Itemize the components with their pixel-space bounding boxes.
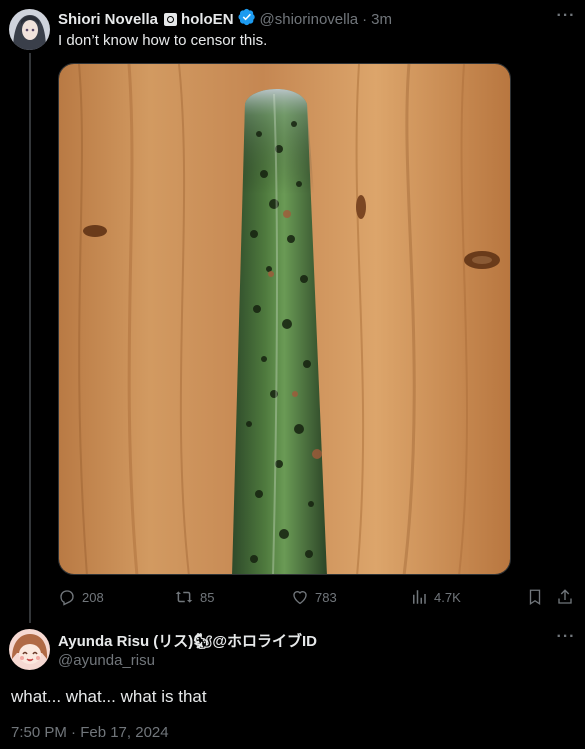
affiliation-label[interactable]: holoEN <box>181 11 234 28</box>
thread-connector <box>29 53 31 623</box>
more-icon[interactable]: ··· <box>556 628 576 646</box>
author-display-name[interactable]: Shiori Novella <box>58 11 158 28</box>
reply-timestamp[interactable]: 7:50 PM · Feb 17, 2024 <box>11 724 169 741</box>
bookmark-icon <box>529 589 541 606</box>
repost-icon <box>175 591 193 603</box>
share-button[interactable] <box>556 588 580 606</box>
share-icon <box>558 589 572 604</box>
more-icon[interactable]: ··· <box>556 7 576 25</box>
affiliation-badge-icon <box>164 12 178 26</box>
reply-text: what... what... what is that <box>11 687 207 706</box>
author-handle[interactable]: @shiorinovella <box>260 11 359 28</box>
views-count: 4.7K <box>434 589 461 605</box>
views-button[interactable]: 4.7K <box>410 588 461 606</box>
like-count: 783 <box>315 589 337 605</box>
avatar-ayunda-risu[interactable] <box>9 629 50 670</box>
verified-badge-icon <box>238 8 256 30</box>
post-text: I don’t know how to censor this. <box>58 32 268 49</box>
reply-author-handle[interactable]: @ayunda_risu <box>58 652 155 669</box>
reply-button[interactable]: 208 <box>58 588 104 606</box>
media-illustration <box>59 64 510 574</box>
avatar-shiori[interactable] <box>9 9 50 50</box>
post-action-bar: 208 85 783 4.7K <box>58 588 578 608</box>
separator-dot: · <box>362 10 368 28</box>
reply-count: 208 <box>82 589 104 605</box>
repost-button[interactable]: 85 <box>174 588 214 606</box>
repost-count: 85 <box>200 589 215 605</box>
post-header: Shiori Novella holoEN @shiorinovella · 3… <box>58 8 392 30</box>
reply-icon <box>60 590 74 606</box>
like-button[interactable]: 783 <box>291 588 337 606</box>
reply-author-display-name[interactable]: Ayunda Risu (リス)🐿@ホロライブID <box>58 630 317 651</box>
views-icon <box>413 590 426 604</box>
post-media-image[interactable] <box>58 63 511 575</box>
reply-header: Ayunda Risu (リス)🐿@ホロライブID <box>58 630 317 651</box>
like-icon <box>293 591 307 605</box>
post-time[interactable]: 3m <box>371 11 392 28</box>
bookmark-button[interactable] <box>526 588 550 606</box>
